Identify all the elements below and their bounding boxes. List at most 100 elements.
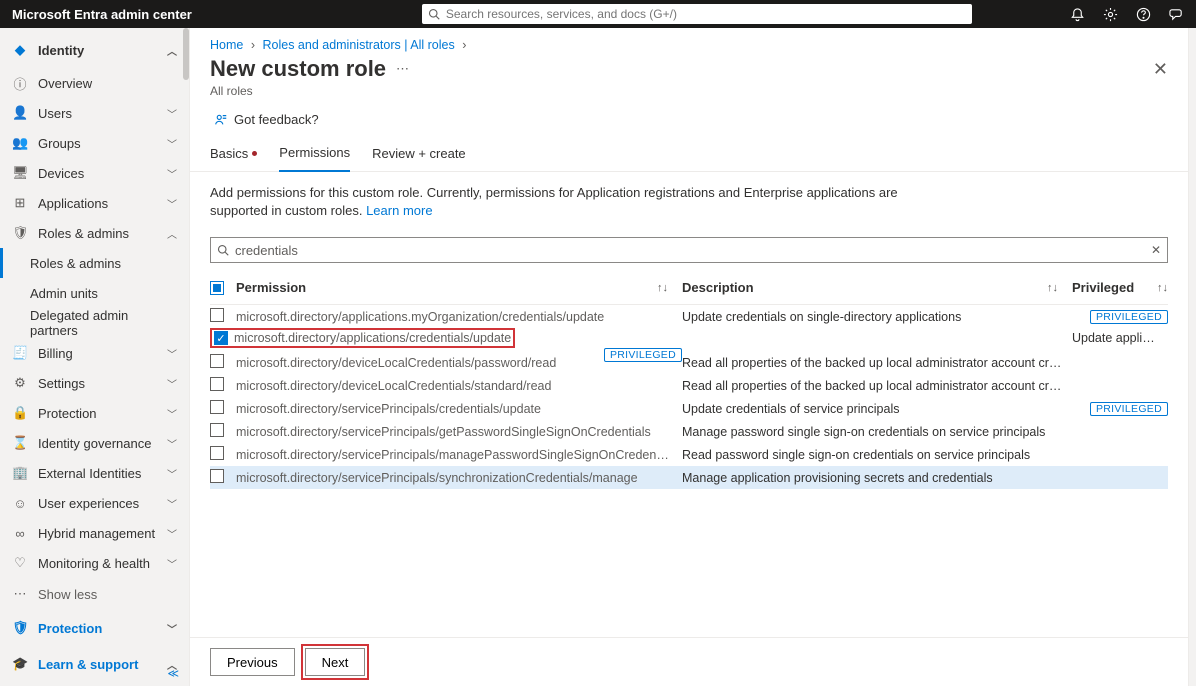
shield-icon: 🛡 [12,620,28,636]
row-checkbox[interactable] [210,446,224,460]
table-row[interactable]: microsoft.directory/deviceLocalCredentia… [210,374,1168,397]
previous-button[interactable]: Previous [210,648,295,676]
notifications-icon[interactable] [1070,7,1085,22]
chevron-right-icon: › [251,38,255,52]
brand-label: Microsoft Entra admin center [12,7,192,22]
sort-icon[interactable]: ↑↓ [1157,282,1168,294]
sidebar-learn-support[interactable]: 🎓 Learn & support ︿ [0,646,189,682]
col-privileged[interactable]: Privileged [1072,280,1134,295]
row-checkbox[interactable] [210,469,224,483]
tabs: Basics Permissions Review + create [190,137,1188,172]
breadcrumb-home[interactable]: Home [210,38,243,52]
next-button[interactable]: Next [305,648,366,676]
sidebar-devices[interactable]: 🖥Devices﹀ [0,158,189,188]
close-icon[interactable]: ✕ [1153,59,1168,80]
governance-icon: ⌛ [12,435,28,451]
got-feedback[interactable]: Got feedback? [190,104,1188,137]
sidebar-roles-admins[interactable]: 🛡Roles & admins︿ [0,218,189,248]
lock-icon: 🔒 [12,405,28,421]
permission-name: microsoft.directory/servicePrincipals/cr… [236,402,682,416]
search-icon [217,244,229,256]
row-checkbox[interactable]: ✓ [214,331,228,345]
identity-icon: ◆ [12,42,28,58]
row-checkbox[interactable] [210,308,224,322]
sidebar-monitoring[interactable]: ♡Monitoring & health﹀ [0,548,189,578]
roles-icon: 🛡 [12,225,28,241]
table-row[interactable]: microsoft.directory/servicePrincipals/cr… [210,397,1168,420]
more-actions-icon[interactable]: ⋯ [396,61,411,77]
global-search[interactable] [422,4,972,24]
tab-permissions[interactable]: Permissions [279,137,350,172]
chevron-down-icon: ﹀ [167,196,177,211]
help-icon[interactable] [1136,7,1151,22]
table-row[interactable]: microsoft.directory/applications.myOrgan… [210,305,1168,328]
sidebar-applications[interactable]: ⊞Applications﹀ [0,188,189,218]
table-row[interactable]: microsoft.directory/servicePrincipals/ma… [210,443,1168,466]
sort-icon[interactable]: ↑↓ [657,282,668,294]
collapse-sidebar-icon[interactable]: ≪ [167,667,179,680]
sidebar-protection-section[interactable]: 🛡 Protection ﹀ [0,610,189,646]
breadcrumb-roles[interactable]: Roles and administrators | All roles [262,38,454,52]
permission-description: Update credentials on single-directory a… [682,310,1072,324]
col-permission[interactable]: Permission [236,280,306,295]
settings-icon[interactable] [1103,7,1118,22]
sidebar-billing[interactable]: 🧾Billing﹀ [0,338,189,368]
sidebar-hybrid[interactable]: ∞Hybrid management﹀ [0,518,189,548]
chevron-down-icon: ﹀ [167,106,177,121]
main-content: Home › Roles and administrators | All ro… [190,28,1188,686]
sort-icon[interactable]: ↑↓ [1047,282,1058,294]
chevron-down-icon: ﹀ [167,406,177,421]
chevron-down-icon: ﹀ [167,136,177,151]
sidebar-identity-governance[interactable]: ⌛Identity governance﹀ [0,428,189,458]
sidebar-admin-units[interactable]: Admin units [0,278,189,308]
sidebar-delegated-partners[interactable]: Delegated admin partners [0,308,189,338]
chevron-down-icon: ﹀ [167,166,177,181]
sidebar-roles-admins-sub[interactable]: Roles & admins [0,248,189,278]
select-all-checkbox[interactable] [210,281,224,295]
global-search-input[interactable] [446,7,966,21]
learn-more-link[interactable]: Learn more [366,203,432,218]
col-description[interactable]: Description [682,280,754,295]
sidebar-show-less[interactable]: ⋯Show less [0,578,189,610]
row-checkbox[interactable] [210,354,224,368]
row-checkbox[interactable] [210,377,224,391]
sidebar-user-experiences[interactable]: ☺User experiences﹀ [0,488,189,518]
sidebar-settings[interactable]: ⚙Settings﹀ [0,368,189,398]
table-header: Permission ↑↓ Description ↑↓ Privileged ↑↓ [210,271,1168,305]
main-scrollbar[interactable] [1188,28,1196,686]
users-icon: 👤 [12,105,28,121]
chevron-down-icon: ﹀ [167,556,177,571]
permission-search-input[interactable] [235,243,1151,258]
apps-icon: ⊞ [12,195,28,211]
top-icons [1070,7,1184,22]
sidebar-users[interactable]: 👤Users﹀ [0,98,189,128]
chevron-down-icon: ﹀ [167,376,177,391]
permission-name: microsoft.directory/deviceLocalCredentia… [236,379,682,393]
sidebar-identity[interactable]: ◆ Identity ︿ [0,32,189,68]
chevron-down-icon: ﹀ [167,526,177,541]
permission-name: microsoft.directory/applications.myOrgan… [236,310,682,324]
tab-basics[interactable]: Basics [210,137,257,171]
privileged-badge: PRIVILEGED [1090,402,1168,416]
permissions-table: Permission↑↓ Description↑↓ Privileged↑↓ … [210,271,1168,489]
table-row[interactable]: ✓ microsoft.directory/applications/crede… [210,328,1168,351]
sidebar-external-identities[interactable]: 🏢External Identities﹀ [0,458,189,488]
table-row[interactable]: microsoft.directory/servicePrincipals/ge… [210,420,1168,443]
row-checkbox[interactable] [210,423,224,437]
billing-icon: 🧾 [12,345,28,361]
sidebar-groups[interactable]: 👥Groups﹀ [0,128,189,158]
sidebar-overview[interactable]: ⓘOverview [0,68,189,98]
page-subtitle: All roles [190,82,1188,104]
top-bar: Microsoft Entra admin center [0,0,1196,28]
permission-description: Read all properties of the backed up loc… [682,356,1072,370]
chevron-down-icon: ﹀ [167,436,177,451]
sidebar-protection[interactable]: 🔒Protection﹀ [0,398,189,428]
permission-search[interactable]: ✕ [210,237,1168,263]
feedback-icon[interactable] [1169,7,1184,22]
tab-review-create[interactable]: Review + create [372,137,466,171]
permission-description: Manage application provisioning secrets … [682,471,1072,485]
table-row[interactable]: microsoft.directory/servicePrincipals/sy… [210,466,1168,489]
row-checkbox[interactable] [210,400,224,414]
sidebar-scrollbar[interactable] [183,28,189,80]
clear-search-icon[interactable]: ✕ [1151,243,1161,257]
